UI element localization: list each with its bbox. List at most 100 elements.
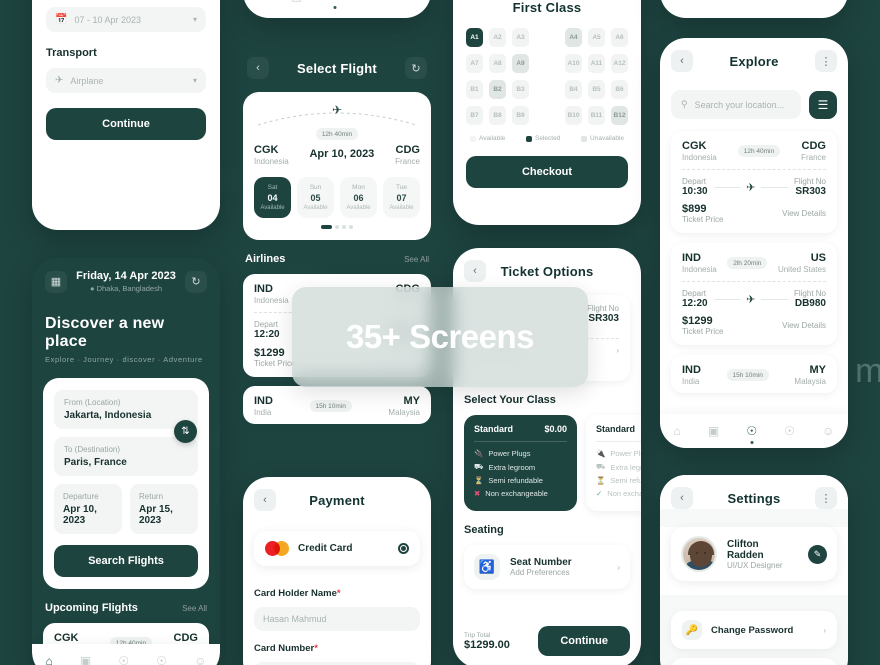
tab-compass-icon[interactable]: ☉ xyxy=(118,654,129,665)
seat-A10[interactable]: A10 xyxy=(565,54,582,73)
carousel-dot[interactable] xyxy=(335,225,339,229)
checkout-button[interactable]: Checkout xyxy=(466,156,628,188)
refresh-button[interactable]: ↻ xyxy=(404,57,427,79)
transport-field[interactable]: ✈ Airplane ▾ xyxy=(46,68,206,93)
seat-B1[interactable]: B1 xyxy=(466,80,483,99)
tab-bell-icon[interactable]: ☉ xyxy=(784,424,795,438)
to-destination-field[interactable]: To (Destination) Paris, France xyxy=(54,437,198,476)
seat-B11[interactable]: B11 xyxy=(588,106,605,125)
settings-row-notification[interactable]: 🔔 Notification xyxy=(671,658,837,665)
day-chip[interactable]: Sun 05 Available xyxy=(297,177,334,218)
chevron-down-icon[interactable]: ▾ xyxy=(193,15,197,24)
history-icon[interactable]: ↻ xyxy=(184,270,207,293)
seat-B7[interactable]: B7 xyxy=(466,106,483,125)
seat-row[interactable]: A7 A8 A9 A10 A11 A12 xyxy=(466,54,628,73)
profile-card[interactable]: Clifton Radden UI/UX Designer ✎ xyxy=(671,527,837,581)
search-flights-button[interactable]: Search Flights xyxy=(54,545,198,577)
explore-flight-card-3[interactable]: IND India 15h 10min MY Malaysia xyxy=(671,355,837,393)
seat-row[interactable]: B1 B2 B3 B4 B5 B6 xyxy=(466,80,628,99)
checkin-date-field[interactable]: 📅 07 - 10 Apr 2023 ▾ xyxy=(46,7,206,32)
more-vertical-icon[interactable]: ⋮ xyxy=(814,487,837,509)
seat-number-row[interactable]: ♿ Seat Number Add Preferences › xyxy=(464,545,630,589)
chevron-right-icon[interactable]: › xyxy=(616,346,619,355)
class-card-standard-selected[interactable]: Standard $0.00 🔌 Power Plugs ⛟ Extra legro… xyxy=(464,415,577,511)
seat-A1[interactable]: A1 xyxy=(466,28,483,47)
more-vertical-icon[interactable]: ⋮ xyxy=(815,50,837,72)
edit-icon[interactable]: ✎ xyxy=(808,544,827,564)
tab-ticket-icon[interactable]: ▣ xyxy=(708,424,719,438)
day-chip[interactable]: Mon 06 Available xyxy=(340,177,377,218)
bottom-tabbar[interactable]: ⌂ ▣ ☉ ☉ ☺ xyxy=(660,414,848,448)
seat-B2[interactable]: B2 xyxy=(489,80,506,99)
seat-B8[interactable]: B8 xyxy=(489,106,506,125)
swap-icon[interactable]: ⇅ xyxy=(174,420,197,443)
explore-flight-card-1[interactable]: CGK Indonesia 12h 40min CDG France Depar… xyxy=(671,131,837,233)
seat-row[interactable]: A1 A2 A3 A4 A5 A6 xyxy=(466,28,628,47)
chevron-down-icon[interactable]: ▾ xyxy=(193,76,197,85)
back-button[interactable]: ‹ xyxy=(671,487,693,509)
payment-method-radio[interactable] xyxy=(398,543,409,554)
airline-flight-card-2[interactable]: IND India 15h 10min MY Malaysia xyxy=(243,386,431,424)
back-button[interactable]: ‹ xyxy=(254,489,276,511)
carousel-dots[interactable] xyxy=(254,225,420,229)
seat-A5[interactable]: A5 xyxy=(588,28,605,47)
seat-B12[interactable]: B12 xyxy=(611,106,628,125)
view-details-link[interactable]: View Details xyxy=(782,321,826,330)
see-all-link[interactable]: See All xyxy=(404,255,429,264)
seat-map[interactable]: A1 A2 A3 A4 A5 A6 A7 A8 A9 A10 A11 A12 B… xyxy=(466,28,628,125)
day-chip[interactable]: Sat 04 Available xyxy=(254,177,291,218)
explore-flight-card-2[interactable]: IND Indonesia 2lh 20min US United States… xyxy=(671,243,837,345)
view-details-link[interactable]: View Details xyxy=(782,209,826,218)
tab-compass-icon[interactable]: ☉ xyxy=(746,424,757,438)
seat-B4[interactable]: B4 xyxy=(565,80,582,99)
seat-A2[interactable]: A2 xyxy=(489,28,506,47)
carousel-dot-active[interactable] xyxy=(321,225,332,229)
class-card-standard-next[interactable]: Standard 🔌 Power Plug ⛟ Extra legro ⏳ Semi … xyxy=(586,415,641,511)
tab-ticket-icon[interactable]: ▣ xyxy=(291,0,302,3)
tab-ticket-icon[interactable]: ▣ xyxy=(80,654,91,665)
seat-B9[interactable]: B9 xyxy=(512,106,529,125)
bottom-tabbar[interactable]: ⌂ ▣ ☉ ☉ ☺ xyxy=(32,644,220,665)
chevron-right-icon[interactable]: › xyxy=(617,563,620,572)
seat-B3[interactable]: B3 xyxy=(512,80,529,99)
tab-compass-icon[interactable]: ☉ xyxy=(329,0,340,3)
back-button[interactable]: ‹ xyxy=(671,50,693,72)
seat-A4[interactable]: A4 xyxy=(565,28,582,47)
seat-A3[interactable]: A3 xyxy=(512,28,529,47)
payment-method-row[interactable]: Credit Card xyxy=(254,531,420,566)
day-chip[interactable]: Tue 07 Available xyxy=(383,177,420,218)
return-field[interactable]: Return Apr 15, 2023 xyxy=(130,484,198,534)
seat-B5[interactable]: B5 xyxy=(588,80,605,99)
seat-A11[interactable]: A11 xyxy=(588,54,605,73)
seat-B6[interactable]: B6 xyxy=(611,80,628,99)
tab-user-icon[interactable]: ☺ xyxy=(405,0,417,3)
seat-B10[interactable]: B10 xyxy=(565,106,582,125)
see-all-link[interactable]: See All xyxy=(182,604,207,613)
back-button[interactable]: ‹ xyxy=(464,260,486,282)
seat-A12[interactable]: A12 xyxy=(611,54,628,73)
settings-row-change-password[interactable]: 🔑 Change Password › xyxy=(671,611,837,649)
filter-icon[interactable]: ☰ xyxy=(809,90,837,119)
continue-button[interactable]: Continue xyxy=(46,108,206,140)
seat-A8[interactable]: A8 xyxy=(489,54,506,73)
tab-home-icon[interactable]: ⌂ xyxy=(46,654,53,665)
card-holder-input[interactable]: Hasan Mahmud xyxy=(254,607,420,631)
tab-home-icon[interactable]: ⌂ xyxy=(257,0,264,3)
departure-field[interactable]: Departure Apr 10, 2023 xyxy=(54,484,122,534)
tab-home-icon[interactable]: ⌂ xyxy=(674,424,681,438)
seat-A6[interactable]: A6 xyxy=(611,28,628,47)
tab-bell-icon[interactable]: ☉ xyxy=(156,654,167,665)
carousel-dot[interactable] xyxy=(342,225,346,229)
continue-button[interactable]: Continue xyxy=(538,626,630,656)
seat-A7[interactable]: A7 xyxy=(466,54,483,73)
sliver-tabbar[interactable]: ⌂ ▣ ☉ ☉ ☺ xyxy=(243,0,431,18)
grid-icon[interactable]: ▦ xyxy=(45,270,67,293)
back-button[interactable]: ‹ xyxy=(247,57,269,79)
tab-bell-icon[interactable]: ☉ xyxy=(367,0,378,3)
seat-A9[interactable]: A9 xyxy=(512,54,529,73)
carousel-dot[interactable] xyxy=(349,225,353,229)
tab-user-icon[interactable]: ☺ xyxy=(822,424,834,438)
tab-user-icon[interactable]: ☺ xyxy=(194,654,206,665)
search-input[interactable]: ⚲ Search your location... xyxy=(671,90,801,119)
seat-row[interactable]: B7 B8 B9 B10 B11 B12 xyxy=(466,106,628,125)
